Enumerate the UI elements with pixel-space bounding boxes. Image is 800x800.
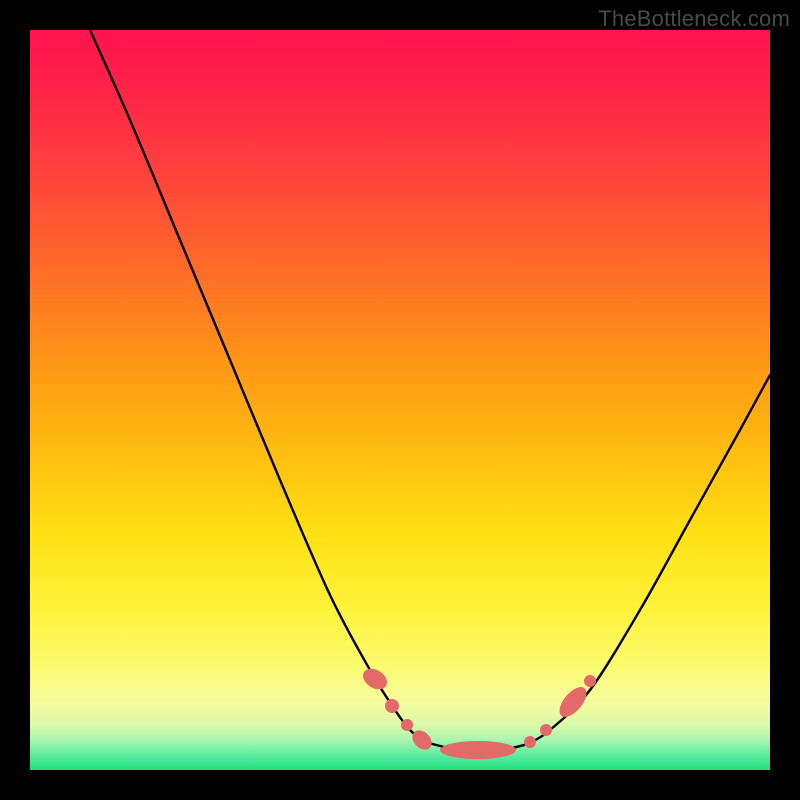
curve-marker xyxy=(409,727,436,754)
plot-area xyxy=(30,30,770,770)
curve-marker xyxy=(359,664,391,693)
curve-marker xyxy=(385,699,399,713)
curve-group xyxy=(90,30,770,751)
curve-marker xyxy=(401,719,413,731)
outer-frame: TheBottleneck.com xyxy=(0,0,800,800)
curve-marker xyxy=(555,682,592,721)
watermark-text: TheBottleneck.com xyxy=(598,6,790,32)
curve-marker xyxy=(524,736,536,748)
marker-group xyxy=(359,664,596,759)
curve-marker xyxy=(440,741,516,759)
curve-marker xyxy=(540,724,552,736)
curve-marker xyxy=(584,675,596,687)
bottleneck-curve xyxy=(90,30,770,751)
curve-svg xyxy=(30,30,770,770)
